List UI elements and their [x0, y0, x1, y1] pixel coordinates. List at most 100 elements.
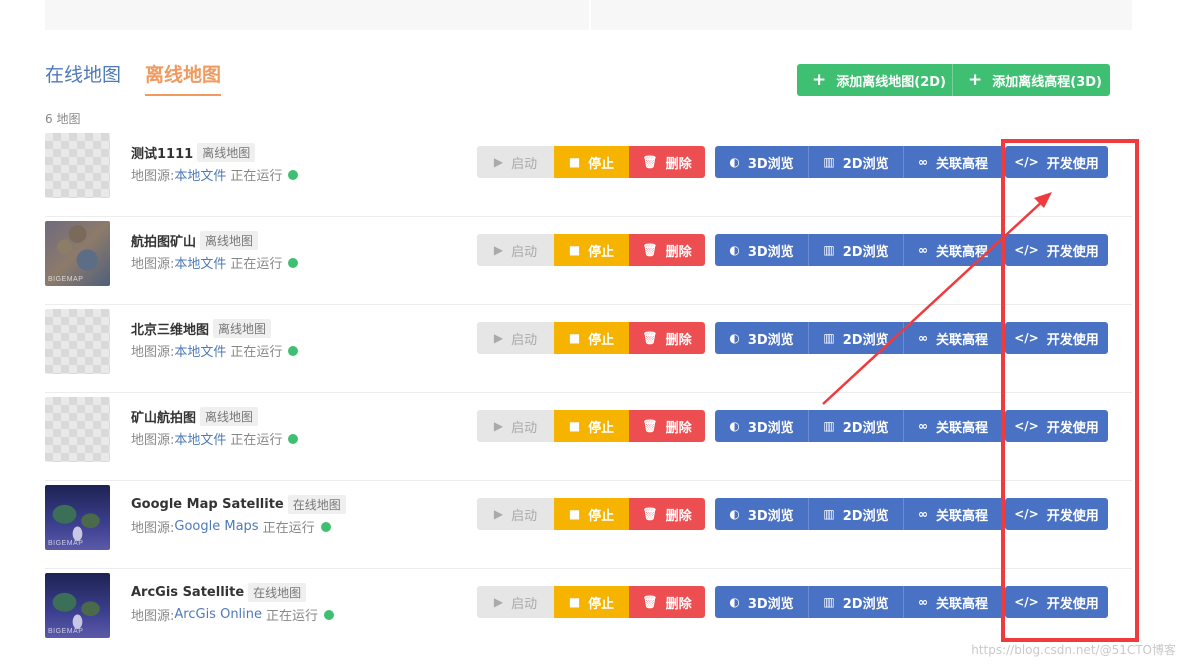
link-elevation-button[interactable]: ∞ 关联高程 [904, 586, 1003, 618]
developer-use-label: 开发使用 [1046, 596, 1099, 612]
stop-button[interactable]: ■ 停止 [554, 586, 629, 618]
view-2d-button[interactable]: ▥ 2D浏览 [809, 146, 904, 178]
map-type-tag: 在线地图 [287, 495, 346, 514]
map-count: 6 地图 [45, 112, 81, 126]
view-3d-button[interactable]: ◐ 3D浏览 [715, 410, 809, 442]
stop-button[interactable]: ■ 停止 [554, 146, 629, 178]
trash-icon: 🗑 [642, 507, 658, 521]
developer-use-label: 开发使用 [1046, 156, 1099, 172]
watermark-text: https://blog.csdn.net/@51CTO博客 [971, 643, 1176, 657]
delete-button[interactable]: 🗑 删除 [629, 586, 705, 618]
stop-square-icon: ■ [568, 155, 581, 169]
stop-square-icon: ■ [568, 243, 581, 257]
start-button[interactable]: ▶ 启动 [477, 146, 554, 178]
view-2d-button[interactable]: ▥ 2D浏览 [809, 234, 904, 266]
add-offline-elevation-3d-button[interactable]: + 添加离线高程(3D) [953, 64, 1110, 96]
code-icon: </> [1014, 155, 1039, 169]
stop-button[interactable]: ■ 停止 [554, 498, 629, 530]
tab-online-maps[interactable]: 在线地图 [45, 58, 121, 92]
delete-button[interactable]: 🗑 删除 [629, 322, 705, 354]
delete-button[interactable]: 🗑 删除 [629, 410, 705, 442]
stop-label: 停止 [588, 420, 615, 436]
status-text: 正在运行 [230, 169, 283, 184]
start-button[interactable]: ▶ 启动 [477, 322, 554, 354]
map-icon: ▥ [823, 419, 835, 433]
source-prefix: 地图源: [131, 521, 175, 536]
developer-use-label: 开发使用 [1046, 508, 1099, 524]
tab-offline-maps[interactable]: 离线地图 [145, 58, 222, 96]
view-3d-label: 3D浏览 [747, 332, 794, 348]
play-icon: ▶ [493, 331, 504, 345]
source-prefix: 地图源: [131, 609, 175, 624]
view-3d-button[interactable]: ◐ 3D浏览 [715, 322, 809, 354]
start-label: 启动 [511, 596, 538, 612]
start-button[interactable]: ▶ 启动 [477, 410, 554, 442]
map-source-link[interactable]: 本地文件 [174, 429, 226, 448]
status-text: 正在运行 [262, 521, 315, 536]
start-button[interactable]: ▶ 启动 [477, 234, 554, 266]
view-3d-button[interactable]: ◐ 3D浏览 [715, 146, 809, 178]
developer-use-button[interactable]: </> 开发使用 [1005, 410, 1108, 442]
play-icon: ▶ [493, 419, 504, 433]
link-elevation-label: 关联高程 [935, 156, 988, 172]
link-elevation-button[interactable]: ∞ 关联高程 [904, 234, 1003, 266]
map-icon: ▥ [823, 331, 835, 345]
top-panel [45, 0, 1132, 30]
status-running-dot [324, 609, 335, 620]
code-icon: </> [1014, 419, 1039, 433]
stop-button[interactable]: ■ 停止 [554, 410, 629, 442]
map-source-link[interactable]: 本地文件 [174, 253, 226, 272]
developer-use-button[interactable]: </> 开发使用 [1005, 586, 1108, 618]
stop-label: 停止 [588, 596, 615, 612]
start-label: 启动 [511, 244, 538, 260]
link-elevation-button[interactable]: ∞ 关联高程 [904, 498, 1003, 530]
stop-square-icon: ■ [568, 419, 581, 433]
view-2d-button[interactable]: ▥ 2D浏览 [809, 410, 904, 442]
link-icon: ∞ [917, 243, 928, 257]
map-source-link[interactable]: 本地文件 [174, 341, 226, 360]
stop-button[interactable]: ■ 停止 [554, 322, 629, 354]
map-row: BIGEMAP 航拍图矿山 离线地图 地图源: 本地文件 正在运行 ▶ 启动 ■… [45, 217, 1132, 305]
view-3d-button[interactable]: ◐ 3D浏览 [715, 498, 809, 530]
map-source-link[interactable]: 本地文件 [174, 165, 226, 184]
delete-label: 删除 [665, 156, 692, 172]
delete-button[interactable]: 🗑 删除 [629, 146, 705, 178]
developer-use-button[interactable]: </> 开发使用 [1005, 322, 1108, 354]
play-icon: ▶ [493, 155, 504, 169]
globe-icon: ◐ [729, 155, 740, 169]
status-running-dot [288, 345, 299, 356]
start-button[interactable]: ▶ 启动 [477, 498, 554, 530]
link-icon: ∞ [917, 155, 928, 169]
link-elevation-button[interactable]: ∞ 关联高程 [904, 410, 1003, 442]
view-3d-label: 3D浏览 [747, 244, 794, 260]
stop-button[interactable]: ■ 停止 [554, 234, 629, 266]
add-offline-map-2d-button[interactable]: + 添加离线地图(2D) [797, 64, 953, 96]
start-label: 启动 [511, 508, 538, 524]
view-3d-button[interactable]: ◐ 3D浏览 [715, 234, 809, 266]
delete-button[interactable]: 🗑 删除 [629, 498, 705, 530]
view-2d-button[interactable]: ▥ 2D浏览 [809, 498, 904, 530]
developer-use-button[interactable]: </> 开发使用 [1005, 234, 1108, 266]
map-source-link[interactable]: ArcGis Online [174, 607, 262, 622]
view-3d-button[interactable]: ◐ 3D浏览 [715, 586, 809, 618]
map-source-link[interactable]: Google Maps [174, 519, 258, 534]
map-row: BIGEMAP ArcGis Satellite 在线地图 地图源: ArcGi… [45, 569, 1132, 657]
status-text: 正在运行 [230, 257, 283, 272]
status-running-dot [320, 521, 331, 532]
view-2d-label: 2D浏览 [842, 332, 889, 348]
link-elevation-button[interactable]: ∞ 关联高程 [904, 146, 1003, 178]
delete-label: 删除 [665, 508, 692, 524]
view-2d-button[interactable]: ▥ 2D浏览 [809, 322, 904, 354]
developer-use-button[interactable]: </> 开发使用 [1005, 498, 1108, 530]
globe-icon: ◐ [729, 331, 740, 345]
map-name: 矿山航拍图 [131, 411, 197, 426]
link-elevation-button[interactable]: ∞ 关联高程 [904, 322, 1003, 354]
view-2d-button[interactable]: ▥ 2D浏览 [809, 586, 904, 618]
map-source-line: 地图源: 本地文件 正在运行 [131, 429, 299, 448]
developer-use-button[interactable]: </> 开发使用 [1005, 146, 1108, 178]
status-text: 正在运行 [266, 609, 319, 624]
map-icon: ▥ [823, 507, 835, 521]
delete-button[interactable]: 🗑 删除 [629, 234, 705, 266]
developer-use-label: 开发使用 [1046, 420, 1099, 436]
start-button[interactable]: ▶ 启动 [477, 586, 554, 618]
